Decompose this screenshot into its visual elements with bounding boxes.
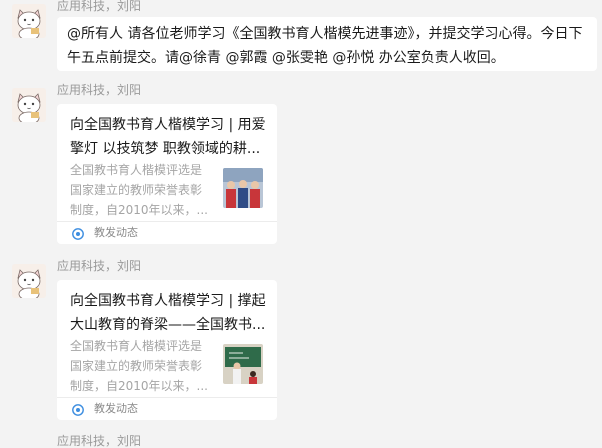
cat-avatar-icon (12, 264, 46, 298)
sender-name: 应用科技，刘阳 (57, 259, 142, 273)
cat-avatar-icon (12, 88, 46, 122)
article-source: 教发动态 (57, 397, 277, 420)
classroom-photo-thumbnail-icon (223, 344, 263, 384)
article-description: 全国教书育人楷模评选是国家建立的教师荣誉表彰制度，自2010年以来，... (70, 163, 208, 217)
sender-name: 应用科技，刘阳 (57, 0, 142, 13)
source-name: 教发动态 (94, 226, 138, 239)
message-text-line: 午五点前提交。请@徐青 @郭霞 @张雯艳 @孙悦 办公室负责人收回。 (67, 50, 505, 66)
article-card[interactable]: 向全国教书育人楷模学习 | 撑起大山教育的脊梁——全国教书... 全国教书育人楷… (57, 280, 277, 420)
message-bubble[interactable]: @所有人 请各位老师学习《全国教书育人楷模先进事迹》，并提交学习心得。今日下 午… (57, 17, 597, 71)
article-thumbnail (223, 168, 263, 208)
article-source: 教发动态 (57, 221, 277, 244)
avatar[interactable] (12, 88, 46, 122)
article-thumbnail (223, 344, 263, 384)
source-logo-icon (72, 404, 84, 416)
article-description: 全国教书育人楷模评选是国家建立的教师荣誉表彰制度，自2010年以来，... (70, 339, 208, 393)
source-logo-icon (72, 228, 84, 240)
article-title: 向全国教书育人楷模学习 | 撑起大山教育的脊梁——全国教书... (70, 293, 266, 333)
sender-name: 应用科技，刘阳 (57, 83, 142, 97)
avatar[interactable] (12, 264, 46, 298)
article-card[interactable]: 向全国教书育人楷模学习 | 用爱擎灯 以技筑梦 职教领域的耕... 全国教书育人… (57, 104, 277, 244)
sender-name: 应用科技，刘阳 (57, 434, 142, 448)
source-name: 教发动态 (94, 402, 138, 415)
group-photo-thumbnail-icon (223, 168, 263, 208)
article-title: 向全国教书育人楷模学习 | 用爱擎灯 以技筑梦 职教领域的耕... (70, 117, 266, 157)
cat-avatar-icon (12, 4, 46, 38)
message-text-line: @所有人 请各位老师学习《全国教书育人楷模先进事迹》，并提交学习心得。今日下 (67, 26, 583, 42)
avatar[interactable] (12, 4, 46, 38)
